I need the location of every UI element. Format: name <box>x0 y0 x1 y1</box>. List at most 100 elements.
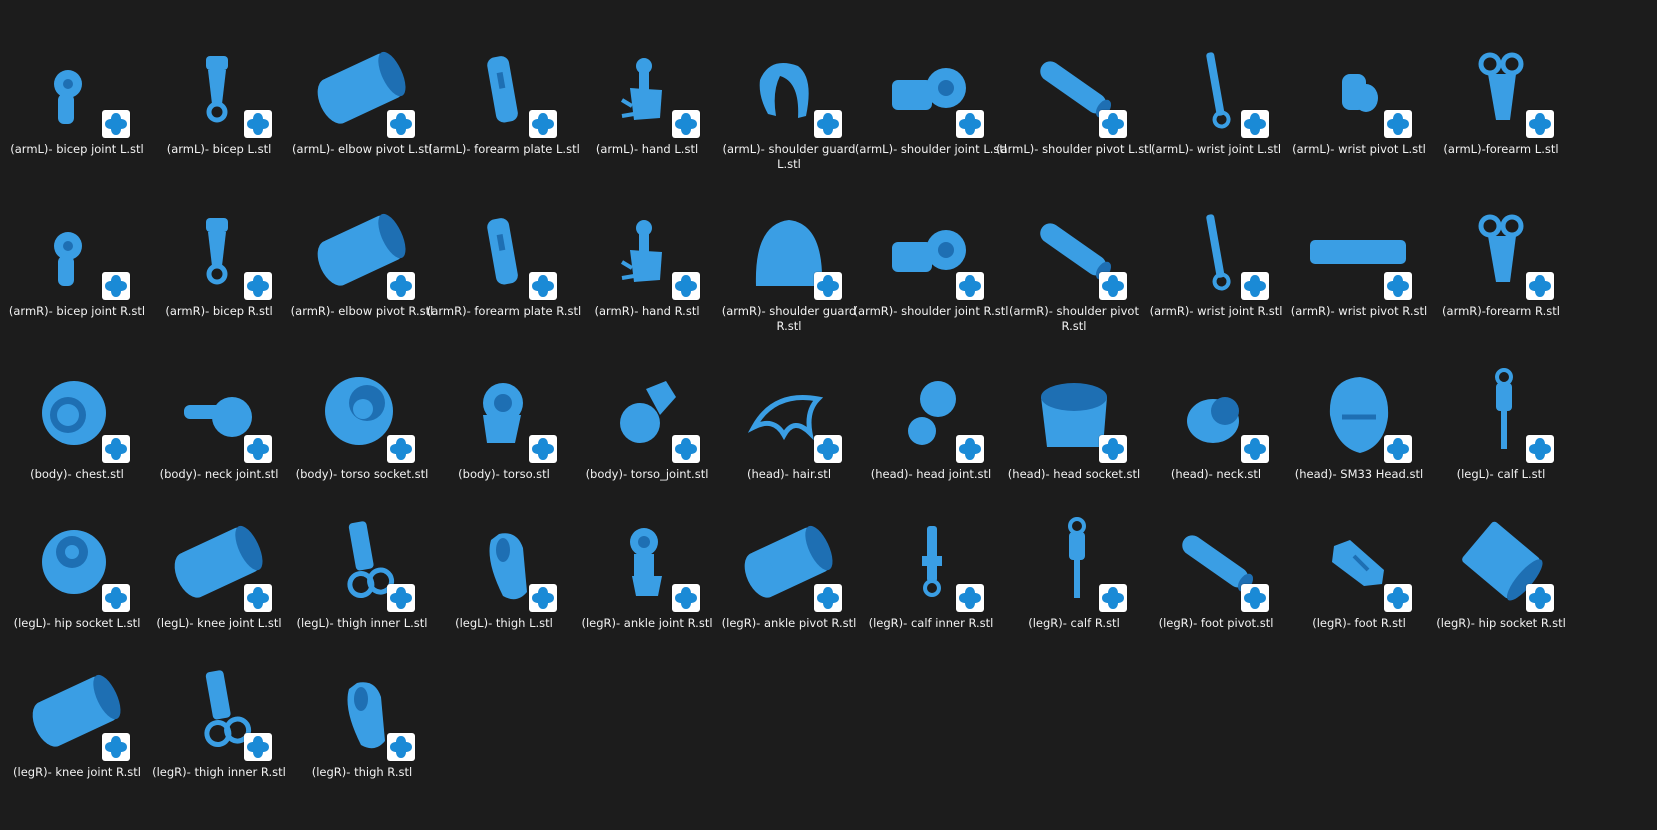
file-name-label: (body)- chest.stl <box>30 467 124 481</box>
stl-file-type-icon <box>1241 110 1269 138</box>
file-item[interactable]: (armL)- forearm plate L.stl <box>428 26 580 186</box>
file-name-label: (legL)- calf L.stl <box>1456 467 1546 481</box>
file-item[interactable]: (legL)- knee joint L.stl <box>144 500 294 660</box>
stl-file-type-icon <box>1526 435 1554 463</box>
file-name-label: (armL)- elbow pivot L.stl <box>292 142 432 156</box>
file-name-label: (head)- head socket.stl <box>1007 467 1141 481</box>
file-item[interactable]: (body)- neck joint.stl <box>144 351 294 511</box>
file-item[interactable]: (armL)- bicep joint L.stl <box>2 26 152 186</box>
stl-file-type-icon <box>1384 272 1412 300</box>
stl-file-type-icon <box>956 110 984 138</box>
file-name-label: (head)- head joint.stl <box>870 467 992 481</box>
file-item[interactable]: (armR)- forearm plate R.stl <box>427 188 581 348</box>
file-name-label: (legR)- foot pivot.stl <box>1158 616 1274 630</box>
stl-file-type-icon <box>814 435 842 463</box>
stl-file-type-icon <box>1526 584 1554 612</box>
file-grid: (armL)- bicep joint L.stl (armL)- bicep … <box>0 0 1657 830</box>
file-item[interactable]: (armL)- hand L.stl <box>572 26 722 186</box>
stl-file-type-icon <box>672 584 700 612</box>
file-name-label: (legR)- ankle pivot R.stl <box>721 616 857 630</box>
stl-file-type-icon <box>814 272 842 300</box>
file-item[interactable]: (armR)- shoulder guard R.stl <box>714 188 864 348</box>
file-item[interactable]: (head)- SM33 Head.stl <box>1284 351 1434 511</box>
stl-file-type-icon <box>529 584 557 612</box>
stl-file-type-icon <box>1384 110 1412 138</box>
stl-file-type-icon <box>1384 584 1412 612</box>
file-item[interactable]: (armL)- wrist pivot L.stl <box>1284 26 1434 186</box>
stl-file-type-icon <box>814 584 842 612</box>
file-name-label: (armL)-forearm L.stl <box>1443 142 1559 156</box>
file-name-label: (head)- neck.stl <box>1170 467 1262 481</box>
file-item[interactable]: (legR)- calf inner R.stl <box>856 500 1006 660</box>
file-name-label: (legR)- thigh R.stl <box>311 765 413 779</box>
stl-file-type-icon <box>1099 272 1127 300</box>
file-name-label: (armR)- shoulder joint R.stl <box>853 304 1009 318</box>
file-name-label: (body)- neck joint.stl <box>159 467 279 481</box>
file-item[interactable]: (legR)- thigh inner R.stl <box>144 649 294 809</box>
file-item[interactable]: (legR)- ankle joint R.stl <box>572 500 722 660</box>
stl-file-type-icon <box>956 435 984 463</box>
stl-file-type-icon <box>529 435 557 463</box>
file-name-label: (body)- torso.stl <box>458 467 550 481</box>
file-item[interactable]: (legR)- knee joint R.stl <box>2 649 152 809</box>
file-item[interactable]: (armL)- shoulder guard L.stl <box>714 26 864 186</box>
file-item[interactable]: (legL)- thigh L.stl <box>429 500 579 660</box>
stl-file-type-icon <box>244 733 272 761</box>
file-item[interactable]: (legR)- hip socket R.stl <box>1426 500 1576 660</box>
file-name-label: (armR)- wrist pivot R.stl <box>1290 304 1428 318</box>
file-item[interactable]: (body)- torso socket.stl <box>287 351 437 511</box>
file-item[interactable]: (head)- neck.stl <box>1141 351 1291 511</box>
file-item[interactable]: (armR)- elbow pivot R.stl <box>287 188 437 348</box>
file-item[interactable]: (body)- chest.stl <box>2 351 152 511</box>
stl-file-type-icon <box>102 272 130 300</box>
file-item[interactable]: (body)- torso_joint.stl <box>572 351 722 511</box>
stl-file-type-icon <box>244 110 272 138</box>
file-name-label: (legR)- calf R.stl <box>1028 616 1120 630</box>
file-item[interactable]: (armR)- bicep joint R.stl <box>2 188 152 348</box>
file-item[interactable]: (armR)- bicep R.stl <box>144 188 294 348</box>
stl-file-type-icon <box>1241 584 1269 612</box>
file-item[interactable]: (head)- hair.stl <box>714 351 864 511</box>
file-name-label: (armR)- shoulder guard R.stl <box>721 304 857 333</box>
file-name-label: (legR)- calf inner R.stl <box>868 616 994 630</box>
file-name-label: (armL)- wrist pivot L.stl <box>1292 142 1426 156</box>
file-item[interactable]: (armL)- shoulder pivot L.stl <box>996 26 1152 186</box>
file-item[interactable]: (armL)- bicep L.stl <box>144 26 294 186</box>
file-item[interactable]: (legR)- foot R.stl <box>1284 500 1434 660</box>
file-item[interactable]: (legR)- calf R.stl <box>999 500 1149 660</box>
stl-file-type-icon <box>956 272 984 300</box>
file-item[interactable]: (legL)- hip socket L.stl <box>2 500 152 660</box>
file-item[interactable]: (body)- torso.stl <box>429 351 579 511</box>
file-item[interactable]: (armL)- wrist joint L.stl <box>1141 26 1291 186</box>
file-item[interactable]: (legR)- ankle pivot R.stl <box>714 500 864 660</box>
file-name-label: (legL)- thigh inner L.stl <box>296 616 428 630</box>
stl-file-type-icon <box>244 435 272 463</box>
stl-file-type-icon <box>529 110 557 138</box>
file-item[interactable]: (armL)-forearm L.stl <box>1426 26 1576 186</box>
file-name-label: (legL)- hip socket L.stl <box>13 616 141 630</box>
file-name-label: (armR)- bicep R.stl <box>165 304 273 318</box>
file-name-label: (armR)-forearm R.stl <box>1442 304 1560 318</box>
file-item[interactable]: (legL)- calf L.stl <box>1426 351 1576 511</box>
file-name-label: (legL)- thigh L.stl <box>455 616 553 630</box>
file-item[interactable]: (armR)- shoulder pivot R.stl <box>999 188 1149 348</box>
file-name-label: (armR)- bicep joint R.stl <box>8 304 146 318</box>
file-name-label: (armL)- forearm plate L.stl <box>428 142 580 156</box>
stl-file-type-icon <box>1099 110 1127 138</box>
file-item[interactable]: (armR)- hand R.stl <box>572 188 722 348</box>
file-name-label: (armL)- shoulder joint L.stl <box>854 142 1008 156</box>
file-item[interactable]: (armR)-forearm R.stl <box>1426 188 1576 348</box>
file-item[interactable]: (armR)- wrist joint R.stl <box>1141 188 1291 348</box>
file-item[interactable]: (armR)- shoulder joint R.stl <box>854 188 1008 348</box>
file-name-label: (armL)- wrist joint L.stl <box>1150 142 1282 156</box>
stl-file-type-icon <box>529 272 557 300</box>
file-item[interactable]: (armL)- elbow pivot L.stl <box>287 26 437 186</box>
stl-file-type-icon <box>1384 435 1412 463</box>
file-item[interactable]: (head)- head socket.stl <box>999 351 1149 511</box>
file-item[interactable]: (armR)- wrist pivot R.stl <box>1284 188 1434 348</box>
file-item[interactable]: (legL)- thigh inner L.stl <box>287 500 437 660</box>
file-item[interactable]: (head)- head joint.stl <box>856 351 1006 511</box>
file-item[interactable]: (legR)- foot pivot.stl <box>1141 500 1291 660</box>
file-item[interactable]: (legR)- thigh R.stl <box>287 649 437 809</box>
file-item[interactable]: (armL)- shoulder joint L.stl <box>855 26 1007 186</box>
